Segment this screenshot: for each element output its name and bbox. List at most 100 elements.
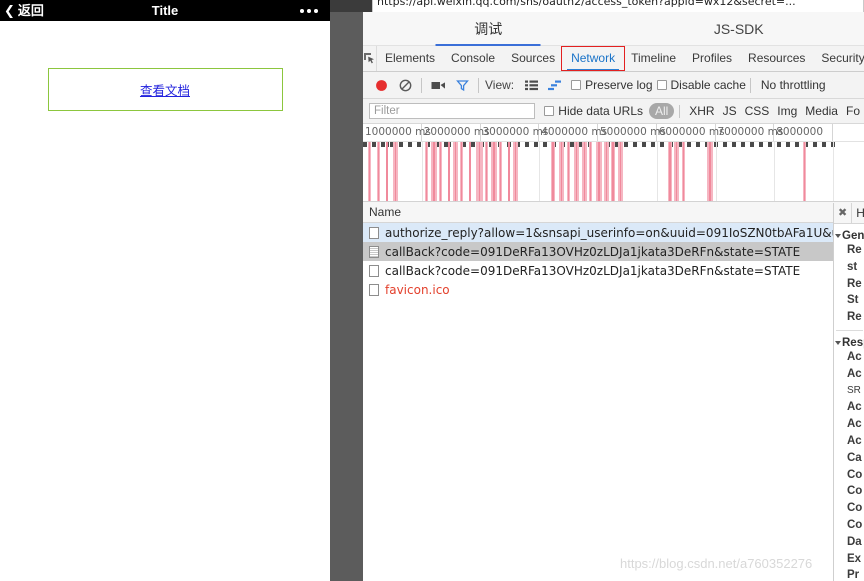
overview-bar-core <box>552 142 554 201</box>
throttling-select[interactable]: No throttling <box>761 78 826 92</box>
ruler-tick: 2000000 ms <box>422 124 490 141</box>
column-header-name[interactable]: Name <box>363 205 401 219</box>
preserve-log-checkbox[interactable]: Preserve log <box>571 78 653 92</box>
overview-top-dash <box>732 142 736 147</box>
overview-top-dash <box>408 142 412 147</box>
filter-type-css[interactable]: CSS <box>741 104 774 118</box>
sidebar-group-label: Resp <box>842 336 864 349</box>
hide-data-urls-checkbox[interactable]: Hide data URLs <box>544 104 643 118</box>
devtools-tab-security[interactable]: Security <box>813 46 864 71</box>
ruler-tick: 1000000 ms <box>363 124 431 141</box>
overview-bar-core <box>675 142 678 201</box>
sidebar-header-field: Ac <box>847 367 862 380</box>
url-input[interactable]: https://api.weixin.qq.com/sns/oauth2/acc… <box>372 0 864 12</box>
overview-top-dash <box>822 142 826 147</box>
overview-top-dash <box>534 142 538 147</box>
devtools-tab-timeline[interactable]: Timeline <box>623 46 684 71</box>
list-view-icon[interactable] <box>519 72 543 98</box>
sidebar-header-field: St <box>847 294 859 307</box>
page-tab-strip: 调试 JS-SDK <box>363 12 864 46</box>
sidebar-header-field: Ac <box>847 350 862 363</box>
devtools-tab-network[interactable]: Network <box>563 46 623 71</box>
network-overview-chart[interactable] <box>363 142 864 202</box>
sidebar-group-header[interactable]: Gen <box>834 230 864 242</box>
chevron-down-icon <box>835 340 841 345</box>
panel-divider[interactable] <box>330 0 363 581</box>
overview-bar-core <box>448 142 450 201</box>
document-icon <box>369 264 379 277</box>
sidebar-header-field: Ca <box>847 451 862 464</box>
request-name: callBack?code=091DeRFa13OVHz0zLDJa1jkata… <box>385 244 801 259</box>
devtools-tab-resources[interactable]: Resources <box>740 46 813 71</box>
overview-bar-core <box>377 142 380 201</box>
filter-type-js[interactable]: JS <box>719 104 741 118</box>
overview-top-dash <box>723 142 727 147</box>
tab-js-sdk[interactable]: JS-SDK <box>614 12 864 45</box>
overview-bar-core <box>567 142 570 201</box>
sidebar-header-field: Ac <box>847 418 862 431</box>
overview-bar-core <box>575 142 578 201</box>
filter-separator <box>679 104 681 118</box>
more-dots-icon[interactable] <box>300 8 318 13</box>
filter-type-xhr[interactable]: XHR <box>685 104 718 118</box>
sidebar-body: GenRestReStReRespAcAcSRAcAcAcCaCoCoCoCoD… <box>834 230 864 581</box>
filter-type-img[interactable]: Img <box>773 104 801 118</box>
overview-bar-core <box>485 142 488 201</box>
request-details-sidebar: ✖ He GenRestReStReRespAcAcSRAcAcAcCaCoCo… <box>833 203 864 581</box>
network-filter-row: Filter Hide data URLs All XHR JS CSS Img… <box>363 99 864 124</box>
close-x-icon[interactable]: ✖ <box>838 207 847 219</box>
view-doc-link[interactable]: 查看文档 <box>140 80 190 99</box>
sidebar-header-field: Co <box>847 485 863 498</box>
camera-icon[interactable] <box>426 72 450 98</box>
disable-cache-checkbox[interactable]: Disable cache <box>656 78 746 92</box>
overview-top-dash <box>687 142 691 147</box>
record-circle-icon[interactable] <box>369 72 393 98</box>
overview-bar-core <box>605 142 608 201</box>
table-row[interactable]: favicon.ico <box>363 280 864 299</box>
table-row[interactable]: authorize_reply?allow=1&snsapi_userinfo=… <box>363 223 864 242</box>
overview-gridline <box>774 142 776 201</box>
overview-top-dash <box>417 142 421 147</box>
back-button[interactable]: ❮ 返回 <box>4 4 44 17</box>
sidebar-header-field: Co <box>847 502 863 515</box>
waterfall-view-icon[interactable] <box>543 72 567 98</box>
overview-top-dash <box>660 142 664 147</box>
sidebar-group-header[interactable]: Resp <box>834 337 864 349</box>
filter-type-media[interactable]: Media <box>801 104 842 118</box>
overview-gridline <box>539 142 541 201</box>
sidebar-header-field: Ac <box>847 401 862 414</box>
overview-gridline <box>421 142 423 201</box>
sidebar-tab-headers[interactable]: He <box>851 203 864 223</box>
devtools-tab-console[interactable]: Console <box>443 46 503 71</box>
browser-panel: https://api.weixin.qq.com/sns/oauth2/acc… <box>363 0 864 581</box>
url-bar-area: https://api.weixin.qq.com/sns/oauth2/acc… <box>363 0 864 12</box>
overview-bar-core <box>669 142 671 201</box>
devtools-tab-profiles[interactable]: Profiles <box>684 46 740 71</box>
toolbar-separator-3 <box>749 77 751 93</box>
sidebar-header-field: SR <box>847 384 861 396</box>
preserve-log-label: Preserve log <box>585 78 653 92</box>
table-row[interactable]: callBack?code=091DeRFa13OVHz0zLDJa1jkata… <box>363 261 864 280</box>
funnel-icon[interactable] <box>450 72 474 98</box>
inspect-element-icon[interactable] <box>363 46 377 71</box>
overview-bar-core <box>368 142 371 201</box>
filter-input[interactable]: Filter <box>369 103 536 119</box>
filter-type-all[interactable]: All <box>649 103 675 119</box>
page-title: Title <box>151 3 179 18</box>
devtools-tab-elements[interactable]: Elements <box>377 46 443 71</box>
devtools-tab-sources[interactable]: Sources <box>503 46 563 71</box>
filter-type-font[interactable]: Fo <box>842 104 864 118</box>
clear-no-entry-icon[interactable] <box>393 72 417 98</box>
overview-bar-core <box>394 142 397 201</box>
overview-bar-core <box>499 142 502 201</box>
sidebar-header-field: st <box>847 260 858 273</box>
overview-top-dash <box>786 142 790 147</box>
overview-bar-core <box>493 142 495 201</box>
overview-top-dash <box>651 142 655 147</box>
overview-top-dash <box>471 142 475 147</box>
table-row[interactable]: callBack?code=091DeRFa13OVHz0zLDJa1jkata… <box>363 242 864 261</box>
tab-debug[interactable]: 调试 <box>363 12 614 45</box>
overview-top-dash <box>750 142 754 147</box>
request-list-header: Name <box>363 202 864 223</box>
document-lines-icon <box>369 245 379 258</box>
